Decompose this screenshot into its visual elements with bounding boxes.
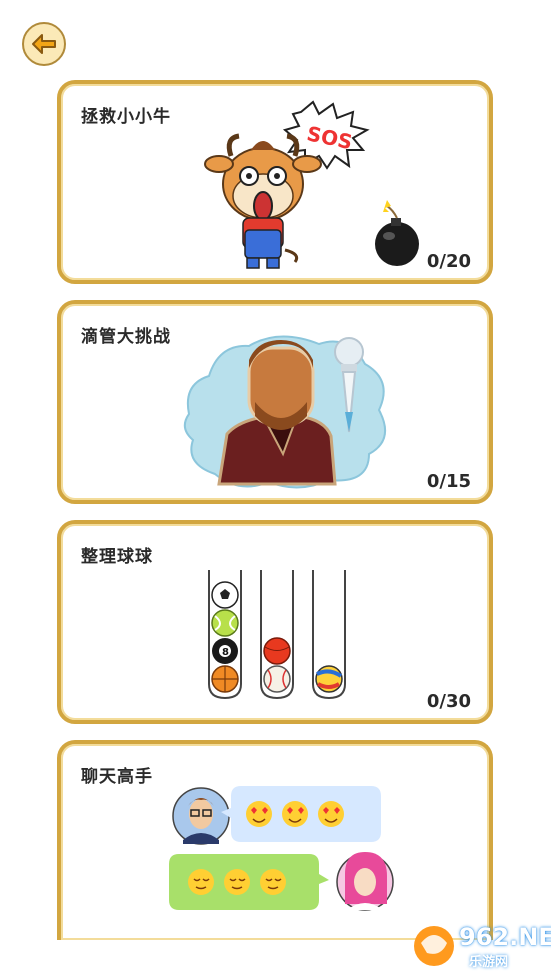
level-card-sort-balls[interactable]: 整理球球 8 0/30 — [57, 520, 493, 724]
card-title: 拯救小小牛 — [81, 107, 171, 127]
tennis-ball-icon — [211, 609, 239, 637]
chat-bubble-blue — [221, 786, 381, 842]
site-watermark: 962.NET 乐游网 — [411, 921, 551, 971]
relieved-emoji-icon — [260, 869, 286, 895]
eight-ball-number: 8 — [222, 647, 229, 658]
chat-illustration — [169, 786, 394, 911]
heart-eyes-emoji-icon — [282, 801, 308, 827]
card-progress: 0/15 — [426, 471, 471, 492]
relieved-emoji-icon — [224, 869, 250, 895]
card-title: 聊天高手 — [81, 767, 153, 787]
level-card-dropper-challenge[interactable]: 滴管大挑战 0/15 — [57, 300, 493, 504]
dropper-portrait-illustration — [183, 335, 387, 489]
watermark-sub-text: 乐游网 — [469, 955, 509, 970]
watermark-main-text: 962.NET — [459, 923, 551, 951]
baseball-icon — [263, 665, 291, 693]
card-progress: 0/20 — [426, 251, 471, 272]
volleyball-icon — [315, 665, 343, 693]
calf-sos-illustration: SOS — [204, 100, 419, 269]
chat-bubble-green — [169, 854, 329, 910]
card-title: 整理球球 — [81, 547, 153, 567]
level-card-save-calf[interactable]: 拯救小小牛 SOS 0/20 — [57, 80, 493, 284]
soccer-ball-icon — [211, 581, 239, 609]
basketball-icon — [211, 665, 239, 693]
relieved-emoji-icon — [188, 869, 214, 895]
eight-ball-icon: 8 — [212, 638, 238, 664]
ball-tubes-illustration: 8 — [208, 570, 346, 700]
avatar-female — [336, 852, 394, 911]
heart-eyes-emoji-icon — [246, 801, 272, 827]
card-progress: 0/30 — [426, 691, 471, 712]
red-ball-icon — [263, 637, 291, 665]
avatar-male — [172, 787, 230, 845]
watermark-logo-icon — [414, 926, 454, 966]
arrow-left-icon — [32, 34, 56, 54]
back-button[interactable] — [22, 22, 66, 66]
card-title: 滴管大挑战 — [81, 327, 171, 347]
screen: 拯救小小牛 SOS 0/20 滴管大挑战 0/15 整理球球 8 0/30 聊天… — [0, 0, 551, 979]
heart-eyes-emoji-icon — [318, 801, 344, 827]
level-card-chat-master[interactable]: 聊天高手 — [57, 740, 493, 940]
